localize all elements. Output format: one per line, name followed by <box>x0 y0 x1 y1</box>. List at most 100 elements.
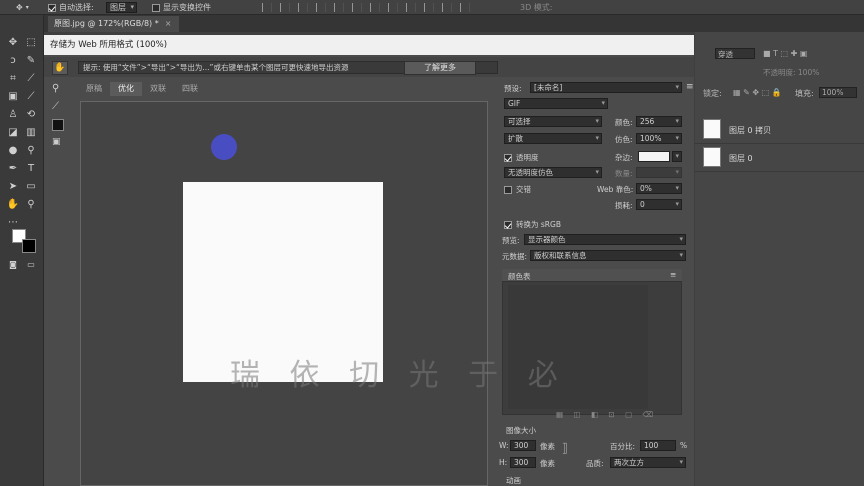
distribute-bottom-icon[interactable] <box>406 3 416 12</box>
eyedropper-color-swatch[interactable] <box>52 119 64 131</box>
hand-tool-icon[interactable]: ✋ <box>52 61 68 75</box>
layer-row[interactable]: 图层 0 拷贝 <box>695 116 864 144</box>
quality-dropdown[interactable]: 两次立方 <box>610 457 686 468</box>
metadata-dropdown[interactable]: 版权和联系信息 <box>530 250 686 261</box>
color-table-menu-icon[interactable]: ≡ <box>670 270 676 279</box>
constrain-proportions-icon[interactable]: ⟧ <box>562 441 568 455</box>
percent-field[interactable]: 100 <box>640 440 676 451</box>
lock-icons[interactable]: ▦ ✎ ✥ ⬚ 🔒 <box>733 88 793 100</box>
move-icon[interactable]: ✥ <box>6 37 20 49</box>
zoom-tool-icon[interactable]: ⚲ <box>52 83 59 94</box>
crop-icon[interactable]: ⌗ <box>6 73 20 85</box>
eraser-icon[interactable]: ◪ <box>6 127 20 139</box>
convert-srgb-checkbox[interactable] <box>504 220 512 229</box>
align-buttons[interactable] <box>262 3 470 12</box>
web-snap-label: Web 靠色: <box>597 185 634 194</box>
move-tool-icon[interactable]: ✥ ▾ <box>16 2 29 13</box>
reduction-dropdown[interactable]: 可选择 <box>504 116 602 127</box>
quality-label: 品质: <box>586 459 604 468</box>
height-field[interactable]: 300 <box>510 457 536 468</box>
healing-icon[interactable]: ▣ <box>6 91 20 103</box>
auto-select-checkbox[interactable] <box>48 3 56 12</box>
auto-select-toggle[interactable]: 自动选择: <box>48 2 94 13</box>
transparency-dither-dropdown[interactable]: 无透明度仿色 <box>504 167 602 178</box>
layer-name: 图层 0 <box>729 154 753 163</box>
screen-mode-icon[interactable]: ▭ <box>24 259 38 271</box>
transparency-checkbox[interactable] <box>504 153 512 162</box>
auto-select-dropdown[interactable]: 图层 <box>106 2 137 13</box>
pen-icon[interactable]: ✒ <box>6 163 20 175</box>
path-select-icon[interactable]: ➤ <box>6 181 20 193</box>
layer-name: 图层 0 拷贝 <box>729 126 772 135</box>
preview-dropdown[interactable]: 显示器颜色 <box>524 234 686 245</box>
type-icon[interactable]: T <box>24 163 38 175</box>
colors-dropdown[interactable]: 256 <box>636 116 682 127</box>
quick-select-icon[interactable]: ✎ <box>24 55 38 67</box>
more-tools-icon[interactable]: ⋯ <box>6 217 20 229</box>
lossy-field[interactable]: 0 <box>636 199 682 210</box>
zoom-icon[interactable]: ⚲ <box>24 199 38 211</box>
matte-dropdown[interactable] <box>672 151 682 162</box>
tab-original[interactable]: 原稿 <box>78 82 110 96</box>
dodge-icon[interactable]: ⚲ <box>24 145 38 157</box>
slice-visibility-icon[interactable]: ▣ <box>52 137 61 147</box>
distribute-hcenter-icon[interactable] <box>442 3 452 12</box>
width-unit: 像素 <box>540 442 555 451</box>
web-snap-field[interactable]: 0% <box>636 183 682 194</box>
width-field[interactable]: 300 <box>510 440 536 451</box>
background-color-swatch[interactable] <box>22 239 36 253</box>
preset-menu-icon[interactable]: ≡ <box>686 82 694 92</box>
tab-optimized[interactable]: 优化 <box>110 82 142 96</box>
blend-mode-dropdown[interactable]: 穿透 <box>715 48 755 59</box>
close-tab-icon[interactable]: × <box>165 19 172 28</box>
distribute-vcenter-icon[interactable] <box>388 3 398 12</box>
dither-algorithm-dropdown[interactable]: 扩散 <box>504 133 602 144</box>
matte-color-swatch[interactable] <box>638 151 670 162</box>
distribute-left-icon[interactable] <box>424 3 434 12</box>
align-top-icon[interactable] <box>262 3 272 12</box>
layer-row[interactable]: 图层 0 <box>695 144 864 172</box>
align-vcenter-icon[interactable] <box>280 3 290 12</box>
align-left-icon[interactable] <box>316 3 326 12</box>
tab-4-up[interactable]: 四联 <box>174 82 206 96</box>
gradient-icon[interactable]: ▥ <box>24 127 38 139</box>
quick-mask-icon[interactable]: ◙ <box>6 259 20 271</box>
convert-srgb-toggle[interactable]: 转换为 sRGB <box>504 219 561 230</box>
eyedropper-icon[interactable]: ⟋ <box>24 73 38 85</box>
eyedropper-tool-icon[interactable]: ⟋ <box>52 101 59 112</box>
align-bottom-icon[interactable] <box>298 3 308 12</box>
transparency-toggle[interactable]: 透明度 <box>504 152 539 163</box>
color-table-header: 颜色表 ≡ <box>502 269 682 281</box>
blur-icon[interactable]: ● <box>6 145 20 157</box>
document-tab-bar: 原图.jpg @ 172%(RGB/8) * × <box>44 15 864 32</box>
interlaced-checkbox[interactable] <box>504 185 512 194</box>
align-hcenter-icon[interactable] <box>334 3 344 12</box>
photoshop-window: ✥▾ 自动选择: 图层 显示变换控件 3D 模式: <box>0 0 864 486</box>
history-brush-icon[interactable]: ⟲ <box>24 109 38 121</box>
percent-label: 百分比: <box>610 442 636 451</box>
align-right-icon[interactable] <box>352 3 362 12</box>
panel-icons-row: ■ T ⬚ ✚ ▣ <box>763 49 808 58</box>
format-dropdown[interactable]: GIF <box>504 98 608 109</box>
learn-more-button[interactable]: 了解更多 <box>404 61 476 75</box>
brush-icon[interactable]: ⟋ <box>24 91 38 103</box>
lasso-icon[interactable]: ↄ <box>6 55 20 67</box>
tab-2-up[interactable]: 双联 <box>142 82 174 96</box>
marquee-icon[interactable]: ⬚ <box>24 37 38 49</box>
fill-field[interactable]: 100% <box>819 87 857 98</box>
dither-amount-field[interactable]: 100% <box>636 133 682 144</box>
color-table-tool-icons[interactable]: ▦ ◫ ◧ ⊡ ▢ ⌫ <box>556 410 657 419</box>
rectangle-icon[interactable]: ▭ <box>24 181 38 193</box>
3d-mode-label: 3D 模式: <box>520 3 553 12</box>
metadata-label: 元数据: <box>502 252 528 261</box>
preset-dropdown[interactable]: [未命名] <box>530 82 682 93</box>
stamp-icon[interactable]: ♙ <box>6 109 20 121</box>
distribute-top-icon[interactable] <box>370 3 380 12</box>
interlaced-toggle[interactable]: 交错 <box>504 184 531 195</box>
show-transform-checkbox[interactable] <box>152 3 160 12</box>
hand-icon[interactable]: ✋ <box>6 199 20 211</box>
show-transform-toggle[interactable]: 显示变换控件 <box>152 2 211 13</box>
distribute-right-icon[interactable] <box>460 3 470 12</box>
preset-label: 预设: <box>504 84 522 93</box>
document-tab[interactable]: 原图.jpg @ 172%(RGB/8) * × <box>48 16 180 32</box>
